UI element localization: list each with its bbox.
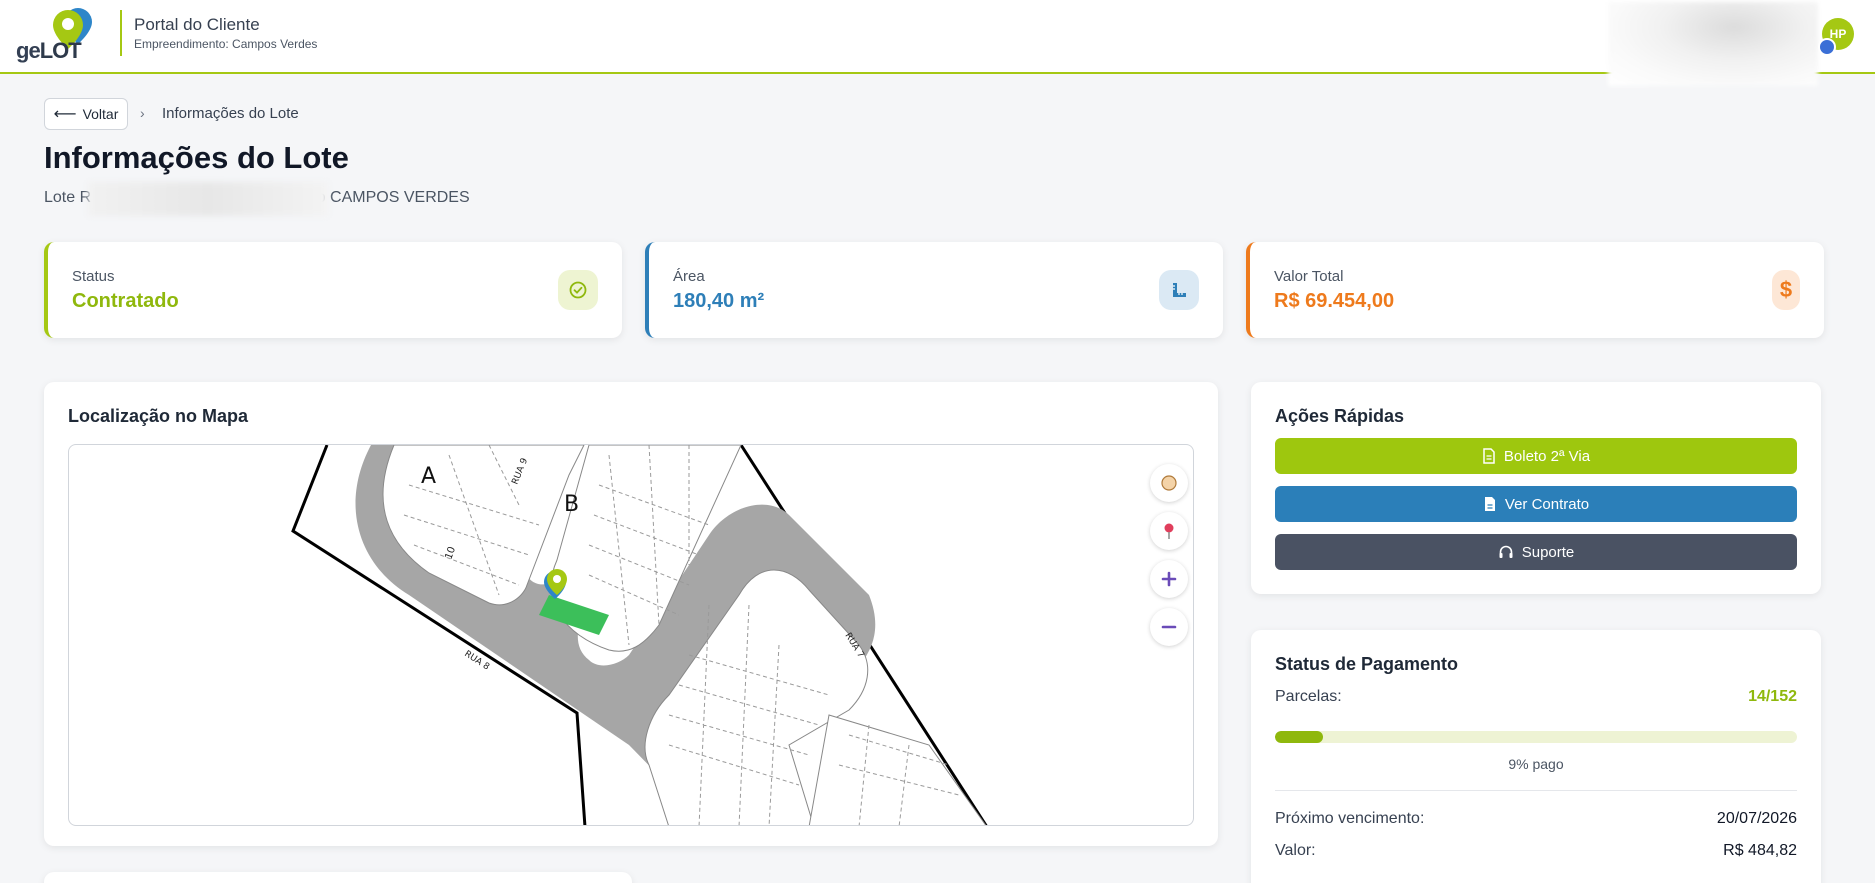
status-card: Status Contratado bbox=[44, 242, 622, 338]
back-button[interactable]: ⟵ Voltar bbox=[44, 98, 128, 130]
area-value: 180,40 m² bbox=[673, 290, 765, 312]
logo-wordmark-ge: ge bbox=[16, 38, 41, 63]
headset-icon bbox=[1499, 545, 1513, 558]
plus-icon bbox=[1161, 571, 1177, 587]
status-label: Status bbox=[72, 268, 115, 285]
compass-icon bbox=[1161, 475, 1177, 491]
ver-contrato-button-label: Ver Contrato bbox=[1504, 495, 1590, 513]
quadra-a-label: A bbox=[421, 464, 436, 489]
area-label: Área bbox=[673, 268, 705, 285]
redacted-text bbox=[88, 182, 328, 216]
suporte-button-label: Suporte bbox=[1521, 543, 1575, 561]
document-icon bbox=[1483, 448, 1495, 464]
portal-subtitle: Empreendimento: Campos Verdes bbox=[134, 37, 318, 51]
parcelas-value: 14/152 bbox=[1748, 688, 1797, 705]
payment-progress-bar bbox=[1275, 731, 1797, 743]
valor-total-value: R$ 69.454,00 bbox=[1274, 290, 1395, 312]
ver-contrato-button[interactable]: Ver Contrato bbox=[1275, 486, 1797, 522]
boleto-button[interactable]: Boleto 2ª Via bbox=[1275, 438, 1797, 474]
valor-value: R$ 484,82 bbox=[1723, 842, 1797, 859]
back-button-label: Voltar bbox=[82, 106, 119, 122]
avatar-status-badge bbox=[1818, 38, 1836, 56]
suporte-button[interactable]: Suporte bbox=[1275, 534, 1797, 570]
zoom-in-button[interactable] bbox=[1150, 560, 1188, 598]
redacted-area bbox=[1608, 2, 1818, 86]
subdivision-map[interactable]: A B RUA 8 RUA 9 RUA 7 10 bbox=[69, 445, 1194, 826]
dollar-icon: $ bbox=[1772, 270, 1800, 310]
portal-title: Portal do Cliente bbox=[134, 15, 260, 34]
header-divider bbox=[120, 10, 122, 56]
zoom-out-button[interactable] bbox=[1150, 608, 1188, 646]
payment-status-title: Status de Pagamento bbox=[1275, 654, 1459, 674]
next-section-card bbox=[44, 872, 632, 883]
street-rua8-label: RUA 8 bbox=[462, 649, 491, 673]
valor-label: Valor: bbox=[1275, 842, 1316, 859]
next-due-label: Próximo vencimento: bbox=[1275, 810, 1425, 827]
chevron-right-icon: › bbox=[140, 105, 145, 121]
next-due-value: 20/07/2026 bbox=[1716, 810, 1797, 827]
quick-actions-title: Ações Rápidas bbox=[1275, 406, 1405, 426]
progress-text: 9% pago bbox=[1508, 756, 1564, 772]
pushpin-icon bbox=[1164, 523, 1174, 539]
lot-map[interactable]: A B RUA 8 RUA 9 RUA 7 10 bbox=[68, 444, 1194, 826]
top-header: geLOT Portal do Cliente Empreendimento: … bbox=[0, 0, 1875, 86]
status-value: Contratado bbox=[72, 290, 179, 312]
gelot-logo[interactable]: geLOT bbox=[16, 6, 106, 64]
divider bbox=[1275, 790, 1797, 791]
map-panel: Localização no Mapa A B RUA 8 RUA 9 RUA … bbox=[44, 382, 1218, 846]
map-panel-title: Localização no Mapa bbox=[68, 406, 249, 426]
quick-actions-panel: Ações Rápidas Boleto 2ª Via Ver Contrato… bbox=[1251, 382, 1821, 594]
boleto-button-label: Boleto 2ª Via bbox=[1503, 447, 1591, 465]
subtitle-start: Lote R bbox=[44, 189, 92, 206]
valor-total-label: Valor Total bbox=[1274, 268, 1344, 285]
logo-wordmark: geLOT bbox=[16, 38, 82, 64]
payment-progress-fill bbox=[1275, 731, 1324, 743]
quadra-b-label: B bbox=[564, 492, 579, 517]
valor-total-card: Valor Total R$ 69.454,00 $ bbox=[1246, 242, 1824, 338]
compass-button[interactable] bbox=[1150, 464, 1188, 502]
breadcrumb-current: Informações do Lote bbox=[162, 105, 299, 122]
arrow-left-icon: ⟵ bbox=[53, 106, 77, 123]
parcelas-label: Parcelas: bbox=[1275, 688, 1342, 705]
contract-icon bbox=[1484, 497, 1495, 511]
minus-icon bbox=[1161, 625, 1177, 629]
locate-pin-button[interactable] bbox=[1150, 512, 1188, 550]
ruler-icon bbox=[1159, 270, 1199, 310]
page-title: Informações do Lote bbox=[44, 140, 349, 175]
area-card: Área 180,40 m² bbox=[645, 242, 1223, 338]
logo-wordmark-lot: LOT bbox=[39, 38, 82, 63]
check-circle-icon bbox=[558, 270, 598, 310]
payment-status-panel: Status de Pagamento Parcelas: 14/152 9% … bbox=[1251, 630, 1821, 883]
